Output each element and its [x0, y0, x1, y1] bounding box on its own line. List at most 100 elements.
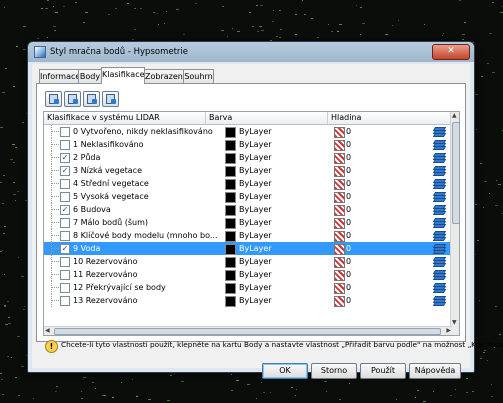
- export-classification-button[interactable]: [83, 91, 100, 107]
- layer-value[interactable]: 0: [346, 125, 351, 138]
- header-classification[interactable]: Klasifikace v systému LIDAR: [44, 112, 206, 124]
- ok-button[interactable]: OK: [262, 363, 308, 379]
- color-value[interactable]: ByLayer: [239, 151, 272, 164]
- color-swatch[interactable]: [225, 257, 236, 268]
- layer-value[interactable]: 0: [346, 268, 351, 281]
- table-row[interactable]: 5 Vysoká vegetace ByLayer 0: [44, 190, 452, 203]
- table-row[interactable]: ✓ 6 Budova ByLayer 0: [44, 203, 452, 216]
- cancel-button[interactable]: Storno: [311, 363, 357, 379]
- color-swatch[interactable]: [225, 166, 236, 177]
- tab-informace[interactable]: Informace: [39, 69, 80, 83]
- visibility-checkbox[interactable]: ✓: [60, 153, 70, 163]
- color-value[interactable]: ByLayer: [239, 138, 272, 151]
- layer-value[interactable]: 0: [346, 203, 351, 216]
- vertical-scrollbar[interactable]: ▲ ▼: [450, 112, 459, 335]
- color-value[interactable]: ByLayer: [239, 203, 272, 216]
- layer-stack-icon[interactable]: [432, 192, 447, 202]
- table-row[interactable]: ✓ 9 Voda ByLayer 0: [44, 242, 452, 255]
- layer-value[interactable]: 0: [346, 164, 351, 177]
- layer-stack-icon[interactable]: [432, 179, 447, 189]
- color-swatch[interactable]: [225, 218, 236, 229]
- color-value[interactable]: ByLayer: [239, 294, 272, 307]
- layer-value[interactable]: 0: [346, 281, 351, 294]
- layer-stack-icon[interactable]: [432, 270, 447, 280]
- color-swatch[interactable]: [225, 231, 236, 242]
- horizontal-scroll-thumb[interactable]: [54, 328, 441, 335]
- layer-value[interactable]: 0: [346, 177, 351, 190]
- color-value[interactable]: ByLayer: [239, 242, 272, 255]
- tab-souhrn[interactable]: Souhrn: [183, 69, 214, 83]
- color-value[interactable]: ByLayer: [239, 190, 272, 203]
- color-swatch[interactable]: [225, 179, 236, 190]
- visibility-checkbox[interactable]: ✓: [60, 166, 70, 176]
- new-classification-button[interactable]: [45, 91, 62, 107]
- table-row[interactable]: 7 Málo bodů (šum) ByLayer 0: [44, 216, 452, 229]
- color-value[interactable]: ByLayer: [239, 268, 272, 281]
- tab-zobrazeni[interactable]: Zobrazení: [144, 69, 185, 83]
- vertical-scroll-thumb[interactable]: [452, 122, 459, 224]
- visibility-checkbox[interactable]: ✓: [60, 205, 70, 215]
- color-value[interactable]: ByLayer: [239, 216, 272, 229]
- layer-value[interactable]: 0: [346, 229, 351, 242]
- table-row[interactable]: 1 Neklasifikováno ByLayer 0: [44, 138, 452, 151]
- color-swatch[interactable]: [225, 192, 236, 203]
- header-color[interactable]: Barva: [206, 112, 328, 124]
- layer-value[interactable]: 0: [346, 138, 351, 151]
- scroll-left-icon[interactable]: ◀: [45, 327, 50, 335]
- table-row[interactable]: ✓ 3 Nízká vegetace ByLayer 0: [44, 164, 452, 177]
- visibility-checkbox[interactable]: [60, 270, 70, 280]
- layer-value[interactable]: 0: [346, 151, 351, 164]
- layer-stack-icon[interactable]: [432, 166, 447, 176]
- color-value[interactable]: ByLayer: [239, 177, 272, 190]
- color-swatch[interactable]: [225, 283, 236, 294]
- horizontal-scrollbar[interactable]: ◀ ▶: [44, 326, 452, 335]
- layer-stack-icon[interactable]: [432, 244, 447, 254]
- color-swatch[interactable]: [225, 140, 236, 151]
- visibility-checkbox[interactable]: ✓: [60, 244, 70, 254]
- layer-stack-icon[interactable]: [432, 127, 447, 137]
- edit-classification-button[interactable]: [102, 91, 119, 107]
- tab-body[interactable]: Body: [78, 69, 102, 83]
- color-value[interactable]: ByLayer: [239, 164, 272, 177]
- layer-stack-icon[interactable]: [432, 218, 447, 228]
- layer-value[interactable]: 0: [346, 216, 351, 229]
- color-swatch[interactable]: [225, 127, 236, 138]
- color-value[interactable]: ByLayer: [239, 255, 272, 268]
- scroll-up-icon[interactable]: ▲: [452, 112, 457, 120]
- color-swatch[interactable]: [225, 153, 236, 164]
- visibility-checkbox[interactable]: [60, 192, 70, 202]
- table-row[interactable]: ✓ 2 Půda ByLayer 0: [44, 151, 452, 164]
- layer-stack-icon[interactable]: [432, 296, 447, 306]
- color-value[interactable]: ByLayer: [239, 125, 272, 138]
- layer-value[interactable]: 0: [346, 190, 351, 203]
- layer-stack-icon[interactable]: [432, 283, 447, 293]
- color-swatch[interactable]: [225, 296, 236, 307]
- color-swatch[interactable]: [225, 270, 236, 281]
- color-value[interactable]: ByLayer: [239, 281, 272, 294]
- tab-klasifikace[interactable]: Klasifikace: [101, 67, 145, 84]
- visibility-checkbox[interactable]: [60, 283, 70, 293]
- layer-stack-icon[interactable]: [432, 231, 447, 241]
- layer-stack-icon[interactable]: [432, 257, 447, 267]
- layer-value[interactable]: 0: [346, 255, 351, 268]
- import-classification-button[interactable]: [64, 91, 81, 107]
- layer-stack-icon[interactable]: [432, 153, 447, 163]
- title-bar[interactable]: Styl mračna bodů - Hypsometrie ✕: [28, 42, 474, 62]
- close-button[interactable]: ✕: [432, 44, 470, 60]
- visibility-checkbox[interactable]: [60, 296, 70, 306]
- table-row[interactable]: 0 Vytvořeno, nikdy neklasifikováno ByLaye…: [44, 125, 452, 138]
- apply-button[interactable]: Použít: [360, 363, 406, 379]
- layer-value[interactable]: 0: [346, 242, 351, 255]
- table-row[interactable]: 13 Rezervováno ByLayer 0: [44, 294, 452, 307]
- layer-stack-icon[interactable]: [432, 205, 447, 215]
- visibility-checkbox[interactable]: [60, 231, 70, 241]
- layer-stack-icon[interactable]: [432, 140, 447, 150]
- visibility-checkbox[interactable]: [60, 140, 70, 150]
- visibility-checkbox[interactable]: [60, 218, 70, 228]
- visibility-checkbox[interactable]: [60, 257, 70, 267]
- table-row[interactable]: 11 Rezervováno ByLayer 0: [44, 268, 452, 281]
- table-row[interactable]: 4 Střední vegetace ByLayer 0: [44, 177, 452, 190]
- table-row[interactable]: 12 Překrývající se body ByLayer 0: [44, 281, 452, 294]
- color-swatch[interactable]: [225, 205, 236, 216]
- header-layer[interactable]: Hladina: [328, 112, 451, 124]
